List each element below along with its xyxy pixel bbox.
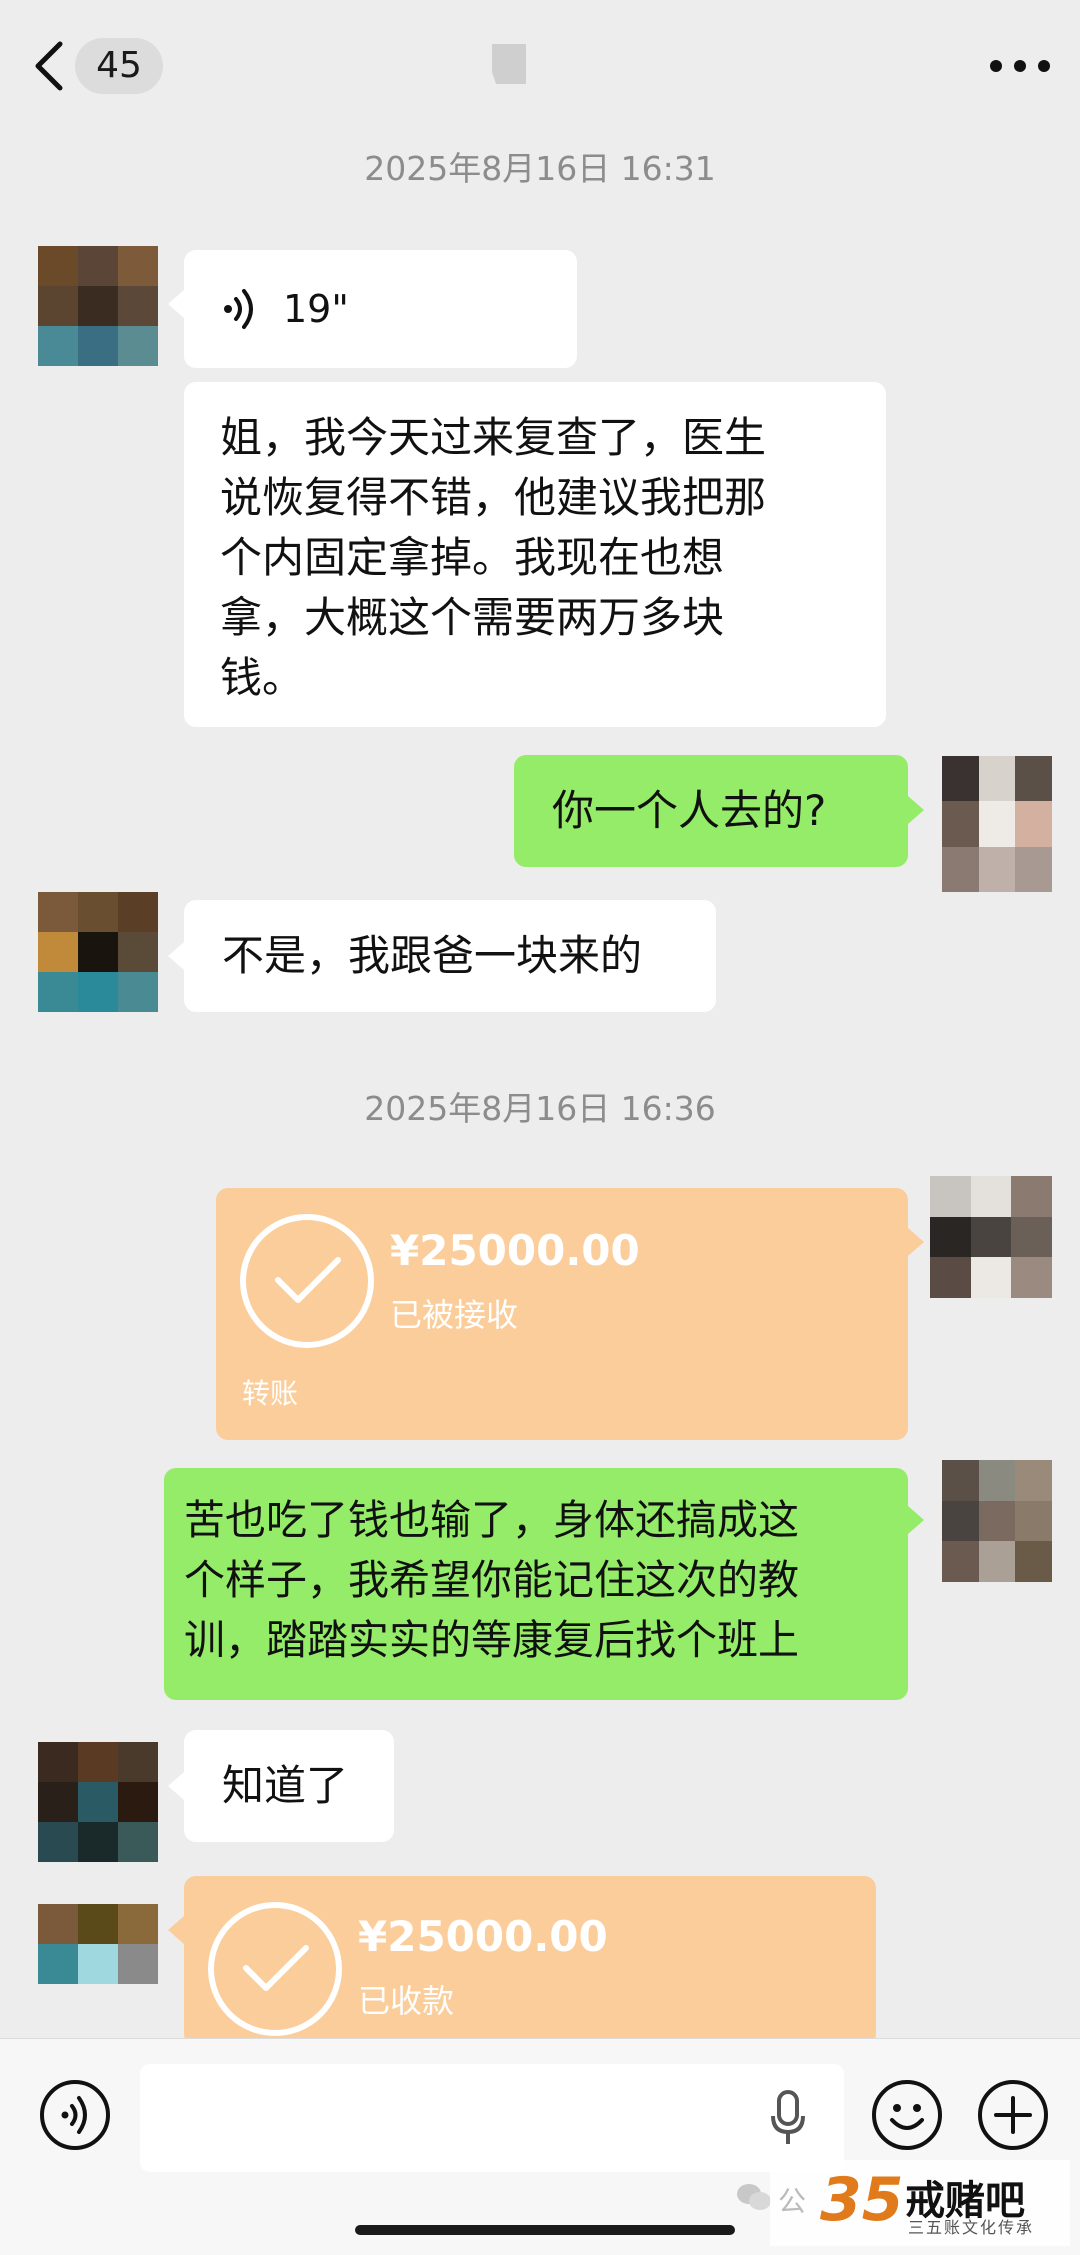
contact-name-placeholder-icon — [492, 44, 526, 84]
contact-avatar[interactable] — [38, 246, 158, 366]
wechat-logo-icon — [737, 2184, 771, 2210]
emoji-button[interactable] — [872, 2080, 942, 2150]
text-message-bubble[interactable]: 不是，我跟爸一块来的 — [184, 900, 716, 1012]
contact-avatar[interactable] — [38, 1742, 158, 1862]
microphone-icon[interactable] — [770, 2090, 806, 2146]
message-text: 你一个人去的? — [552, 786, 827, 835]
message-line: 姐，我今天过来复查了，医生 — [220, 413, 767, 462]
my-avatar[interactable] — [930, 1176, 1052, 1298]
text-message-bubble[interactable]: 姐，我今天过来复查了，医生 说恢复得不错，他建议我把那 个内固定拿掉。我现在也想… — [184, 382, 886, 727]
message-line: 训，踏踏实实的等康复后找个班上 — [184, 1616, 799, 1664]
message-line: 苦也吃了钱也输了，身体还搞成这 — [184, 1496, 799, 1544]
voice-wave-icon — [61, 2096, 87, 2134]
bubble-tail — [908, 1228, 924, 1256]
check-circle-icon — [240, 1214, 374, 1348]
message-input[interactable] — [140, 2064, 844, 2172]
message-line: 个样子，我希望你能记住这次的教 — [184, 1556, 799, 1604]
plus-button[interactable] — [978, 2080, 1048, 2150]
timestamp: 2025年8月16日 16:36 — [364, 1089, 716, 1128]
watermark-logo: 35 — [820, 2165, 904, 2235]
unread-count-badge[interactable]: 45 — [75, 38, 163, 94]
voice-wave-icon — [224, 289, 253, 329]
watermark-subtitle: 三五账文化传承 — [908, 2218, 1035, 2237]
transfer-amount: ¥25000.00 — [390, 1226, 640, 1275]
bubble-tail — [908, 1506, 924, 1534]
message-line: 个内固定拿掉。我现在也想 — [220, 533, 725, 582]
chat-header: 45 — [0, 0, 1080, 130]
bubble-tail — [168, 942, 184, 970]
text-message-bubble[interactable]: 知道了 — [184, 1730, 394, 1842]
sent-message-bubble[interactable]: 苦也吃了钱也输了，身体还搞成这 个样子，我希望你能记住这次的教 训，踏踏实实的等… — [164, 1468, 908, 1700]
more-options-icon[interactable] — [990, 56, 1050, 76]
timestamp: 2025年8月16日 16:31 — [364, 149, 716, 188]
message-text: 不是，我跟爸一块来的 — [222, 931, 643, 980]
voice-input-button[interactable] — [40, 2080, 110, 2150]
plus-icon — [994, 2096, 1032, 2134]
bubble-tail — [168, 290, 184, 318]
contact-avatar[interactable] — [38, 1904, 158, 2024]
check-circle-icon — [208, 1902, 342, 2036]
my-avatar[interactable] — [942, 756, 1052, 892]
transfer-amount: ¥25000.00 — [358, 1912, 608, 1961]
transfer-status: 已收款 — [358, 1982, 455, 2020]
watermark-prefix: 公 — [778, 2185, 807, 2218]
message-text: 知道了 — [222, 1761, 349, 1810]
home-indicator[interactable] — [355, 2225, 735, 2235]
bubble-tail — [168, 1916, 184, 1944]
message-line: 拿，大概这个需要两万多块 — [220, 593, 725, 642]
sent-message-bubble[interactable]: 你一个人去的? — [514, 755, 908, 867]
message-line: 说恢复得不错，他建议我把那 — [220, 473, 767, 522]
contact-avatar[interactable] — [38, 892, 158, 1012]
bubble-tail — [908, 796, 924, 824]
my-avatar[interactable] — [942, 1460, 1052, 1582]
smiley-icon — [890, 2104, 924, 2130]
message-line: 钱。 — [220, 653, 305, 702]
bubble-tail — [168, 1772, 184, 1800]
transfer-label: 转账 — [242, 1377, 299, 1410]
back-arrow-icon[interactable] — [30, 38, 70, 94]
voice-duration: 19" — [283, 287, 349, 331]
transfer-status: 已被接收 — [390, 1296, 519, 1334]
